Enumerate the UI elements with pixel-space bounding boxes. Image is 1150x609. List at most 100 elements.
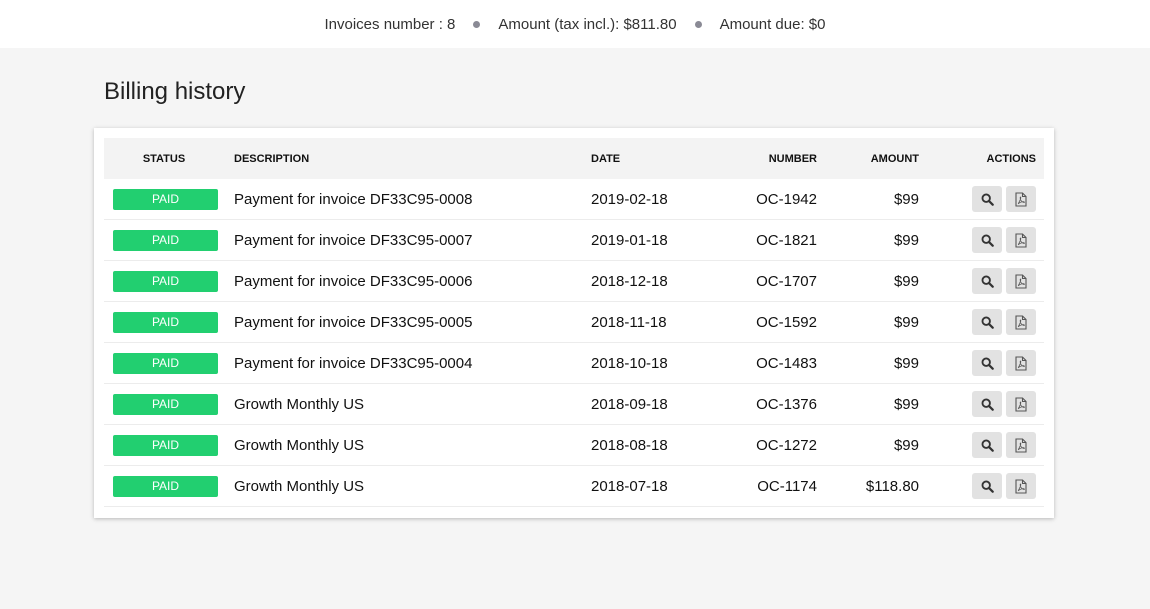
description-cell: Payment for invoice DF33C95-0007 [234, 231, 473, 249]
download-pdf-button[interactable] [1006, 186, 1036, 212]
actions-cell [919, 391, 1044, 417]
amount-cell: $118.80 [865, 477, 919, 495]
amount-due: Amount due: $0 [719, 15, 826, 33]
search-icon [981, 234, 994, 247]
separator-dot [694, 20, 702, 28]
invoices-number: Invoices number : 8 [324, 15, 456, 33]
status-badge: PAID [113, 229, 218, 251]
amount-cell: $99 [893, 395, 919, 413]
invoice-number-cell: OC-1483 [756, 354, 817, 372]
status-badge: PAID [113, 393, 218, 415]
date-cell: 2018-07-18 [591, 477, 668, 495]
amount-tax-incl: Amount (tax incl.): $811.80 [498, 15, 677, 33]
pdf-icon [1015, 232, 1027, 248]
invoice-number-cell: OC-1821 [756, 231, 817, 249]
pdf-icon [1015, 355, 1027, 371]
amount-cell: $99 [893, 436, 919, 454]
pdf-icon [1015, 314, 1027, 330]
pdf-icon [1015, 396, 1027, 412]
table-row: PAID Payment for invoice DF33C95-0008 20… [104, 179, 1044, 220]
search-icon [981, 480, 994, 493]
status-cell: PAID [104, 311, 234, 333]
billing-summary-bar: Invoices number : 8 Amount (tax incl.): … [0, 0, 1150, 48]
status-badge: PAID [113, 475, 218, 497]
view-invoice-button[interactable] [972, 432, 1002, 458]
description-cell: Payment for invoice DF33C95-0004 [234, 354, 473, 372]
date-cell: 2019-01-18 [591, 231, 668, 249]
date-cell: 2018-10-18 [591, 354, 668, 372]
date-cell: 2018-08-18 [591, 436, 668, 454]
table-row: PAID Payment for invoice DF33C95-0007 20… [104, 220, 1044, 261]
header-number: NUMBER [768, 152, 817, 165]
description-cell: Payment for invoice DF33C95-0005 [234, 313, 473, 331]
status-cell: PAID [104, 434, 234, 456]
search-icon [981, 439, 994, 452]
view-invoice-button[interactable] [972, 309, 1002, 335]
view-invoice-button[interactable] [972, 268, 1002, 294]
date-cell: 2018-11-18 [591, 313, 667, 331]
actions-cell [919, 227, 1044, 253]
invoice-number-cell: OC-1707 [756, 272, 817, 290]
billing-history-table: STATUS DESCRIPTION DATE NUMBER AMOUNT AC… [104, 138, 1044, 507]
separator-dot [473, 20, 481, 28]
view-invoice-button[interactable] [972, 350, 1002, 376]
billing-history-card: STATUS DESCRIPTION DATE NUMBER AMOUNT AC… [94, 128, 1054, 518]
description-cell: Payment for invoice DF33C95-0006 [234, 272, 473, 290]
invoice-number-cell: OC-1174 [757, 477, 817, 495]
header-amount: AMOUNT [870, 152, 919, 165]
status-cell: PAID [104, 270, 234, 292]
status-badge: PAID [113, 270, 218, 292]
date-cell: 2018-12-18 [591, 272, 668, 290]
search-icon [981, 357, 994, 370]
pdf-icon [1015, 273, 1027, 289]
page-title: Billing history [104, 78, 246, 105]
view-invoice-button[interactable] [972, 186, 1002, 212]
pdf-icon [1015, 191, 1027, 207]
actions-cell [919, 432, 1044, 458]
table-row: PAID Growth Monthly US 2018-09-18 OC-137… [104, 384, 1044, 425]
status-badge: PAID [113, 188, 218, 210]
download-pdf-button[interactable] [1006, 432, 1036, 458]
status-badge: PAID [113, 352, 218, 374]
invoice-number-cell: OC-1942 [756, 190, 817, 208]
download-pdf-button[interactable] [1006, 473, 1036, 499]
actions-cell [919, 350, 1044, 376]
status-cell: PAID [104, 393, 234, 415]
status-badge: PAID [113, 434, 218, 456]
status-cell: PAID [104, 352, 234, 374]
description-cell: Growth Monthly US [234, 477, 365, 495]
invoice-number-cell: OC-1376 [756, 395, 817, 413]
download-pdf-button[interactable] [1006, 350, 1036, 376]
pdf-icon [1015, 478, 1027, 494]
invoice-number-cell: OC-1272 [756, 436, 817, 454]
download-pdf-button[interactable] [1006, 227, 1036, 253]
table-row: PAID Growth Monthly US 2018-08-18 OC-127… [104, 425, 1044, 466]
pdf-icon [1015, 437, 1027, 453]
view-invoice-button[interactable] [972, 391, 1002, 417]
header-actions: ACTIONS [986, 152, 1037, 165]
view-invoice-button[interactable] [972, 473, 1002, 499]
search-icon [981, 275, 994, 288]
header-description: DESCRIPTION [234, 152, 310, 165]
date-cell: 2018-09-18 [591, 395, 668, 413]
amount-cell: $99 [893, 354, 919, 372]
table-row: PAID Payment for invoice DF33C95-0006 20… [104, 261, 1044, 302]
description-cell: Growth Monthly US [234, 436, 365, 454]
search-icon [981, 316, 994, 329]
status-cell: PAID [104, 188, 234, 210]
download-pdf-button[interactable] [1006, 309, 1036, 335]
table-row: PAID Payment for invoice DF33C95-0004 20… [104, 343, 1044, 384]
status-cell: PAID [104, 229, 234, 251]
download-pdf-button[interactable] [1006, 391, 1036, 417]
amount-cell: $99 [893, 272, 919, 290]
view-invoice-button[interactable] [972, 227, 1002, 253]
table-body: PAID Payment for invoice DF33C95-0008 20… [104, 179, 1044, 507]
date-cell: 2019-02-18 [591, 190, 668, 208]
amount-cell: $99 [893, 313, 919, 331]
table-row: PAID Growth Monthly US 2018-07-18 OC-117… [104, 466, 1044, 507]
actions-cell [919, 186, 1044, 212]
actions-cell [919, 473, 1044, 499]
actions-cell [919, 309, 1044, 335]
download-pdf-button[interactable] [1006, 268, 1036, 294]
invoice-number-cell: OC-1592 [756, 313, 817, 331]
